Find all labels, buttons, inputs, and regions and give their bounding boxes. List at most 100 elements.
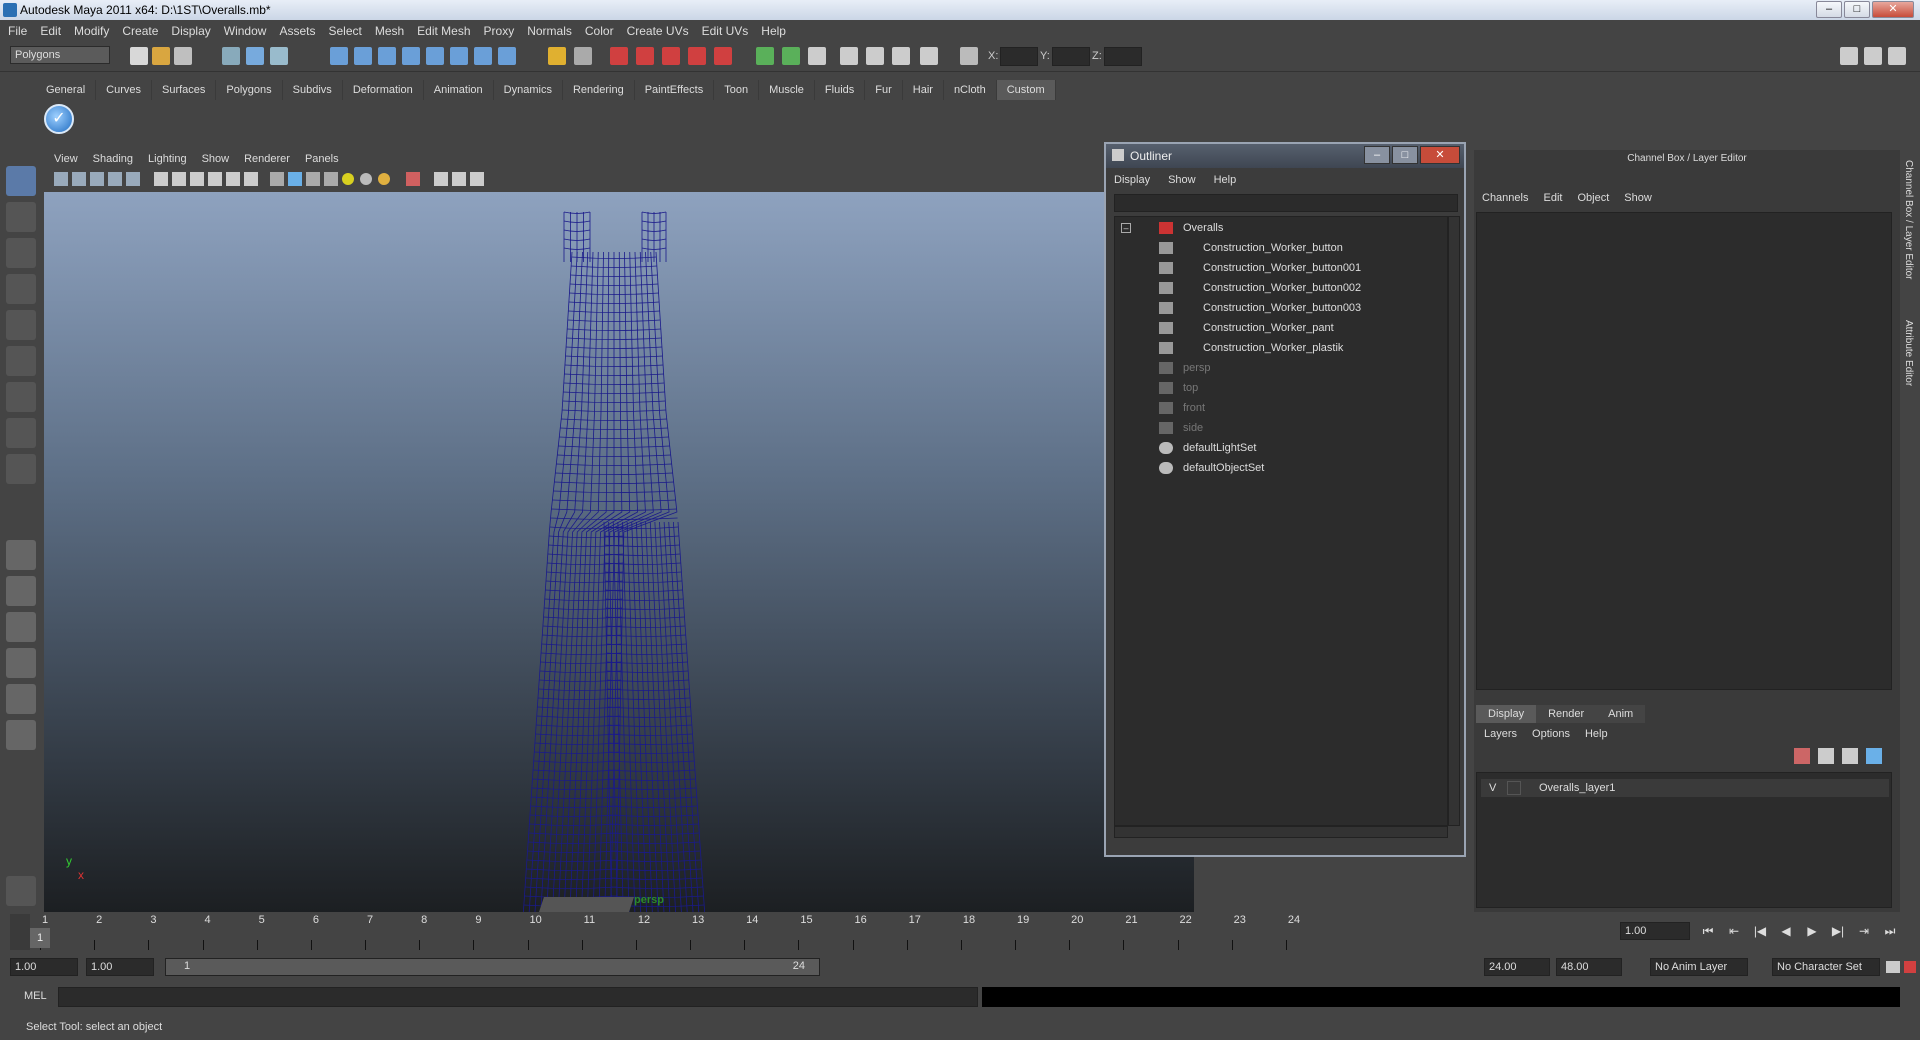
save-scene-icon[interactable] — [174, 47, 192, 65]
snap-grid-icon[interactable] — [330, 47, 348, 65]
playback-start-field[interactable]: 1.00 — [86, 958, 154, 976]
toggle-icon[interactable] — [574, 47, 592, 65]
current-frame-marker[interactable]: 1 — [30, 928, 50, 948]
layer-tab-display[interactable]: Display — [1476, 705, 1537, 723]
attribute-editor-toggle-icon[interactable] — [808, 47, 826, 65]
layer-type-toggle[interactable] — [1507, 781, 1521, 795]
step-forward-frame-icon[interactable]: ▶| — [1828, 922, 1848, 940]
paint-select-tool-icon[interactable] — [6, 238, 36, 268]
outliner-item-persp[interactable]: persp — [1115, 359, 1435, 377]
menuset-dropdown[interactable]: Polygons — [10, 46, 110, 64]
new-layer-icon[interactable] — [1794, 748, 1810, 764]
menu-select[interactable]: Select — [328, 24, 361, 38]
shelf-tab-curves[interactable]: Curves — [96, 80, 152, 100]
rotate-tool-icon[interactable] — [6, 310, 36, 340]
play-backward-icon[interactable]: ◀ — [1776, 922, 1796, 940]
channel-box-area[interactable] — [1476, 212, 1892, 690]
viewport-menu-lighting[interactable]: Lighting — [148, 153, 187, 165]
absolute-transform-icon[interactable] — [960, 47, 978, 65]
checkmark-shelf-icon[interactable]: ✓ — [44, 104, 74, 134]
x-field[interactable] — [1000, 47, 1038, 66]
outliner-item-button002[interactable]: Construction_Worker_button002 — [1115, 279, 1435, 297]
render-view-icon[interactable] — [714, 47, 732, 65]
ipr-render-icon[interactable] — [636, 47, 654, 65]
minimize-button[interactable]: – — [1816, 1, 1842, 18]
menu-edit-mesh[interactable]: Edit Mesh — [417, 24, 470, 38]
3d-viewport[interactable]: y x persp — [44, 192, 1194, 912]
channel-menu-show[interactable]: Show — [1624, 192, 1652, 204]
shelf-tab-animation[interactable]: Animation — [423, 80, 494, 100]
shelf-tab-fur[interactable]: Fur — [865, 80, 903, 100]
viewport-menu-panels[interactable]: Panels — [305, 153, 339, 165]
menu-window[interactable]: Window — [224, 24, 267, 38]
shelf-tab-subdivs[interactable]: Subdivs — [282, 80, 343, 100]
outliner-close-button[interactable]: ✕ — [1420, 146, 1460, 164]
outliner-menu-show[interactable]: Show — [1168, 174, 1196, 186]
layout-custom-icon[interactable] — [6, 720, 36, 750]
layout-four-icon[interactable] — [6, 576, 36, 606]
render-settings-icon[interactable] — [662, 47, 680, 65]
outliner-menu-help[interactable]: Help — [1214, 174, 1237, 186]
move-tool-icon[interactable] — [6, 274, 36, 304]
snap-plane-icon[interactable] — [402, 47, 420, 65]
shelf-tab-toon[interactable]: Toon — [714, 80, 760, 100]
step-forward-key-icon[interactable]: ⇥ — [1854, 922, 1874, 940]
outliner-horizontal-scrollbar[interactable] — [1114, 826, 1448, 838]
outliner-item-button001[interactable]: Construction_Worker_button001 — [1115, 259, 1435, 277]
snap-live-icon[interactable] — [426, 47, 444, 65]
render-frame-icon[interactable] — [610, 47, 628, 65]
menu-create-uvs[interactable]: Create UVs — [627, 24, 689, 38]
tool-settings-icon[interactable] — [840, 47, 858, 65]
play-forward-icon[interactable]: ▶ — [1802, 922, 1822, 940]
layer-move-up-icon[interactable] — [1842, 748, 1858, 764]
overalls-wireframe-mesh[interactable] — [44, 192, 1194, 912]
outliner-item-defaultlightset[interactable]: defaultLightSet — [1115, 439, 1435, 457]
manipulator-tool-icon[interactable] — [6, 382, 36, 412]
outliner-item-pant[interactable]: Construction_Worker_pant — [1115, 319, 1435, 337]
playback-end-field[interactable]: 24.00 — [1484, 958, 1550, 976]
outliner-vertical-scrollbar[interactable] — [1448, 216, 1460, 826]
viewport-menu-show[interactable]: Show — [202, 153, 230, 165]
anim-start-field[interactable]: 1.00 — [10, 958, 78, 976]
shelf-tab-polygons[interactable]: Polygons — [216, 80, 283, 100]
preferences-icon[interactable] — [1904, 961, 1916, 973]
side-tab-attribute-editor[interactable]: Attribute Editor — [1903, 320, 1914, 386]
select-hierarchy-icon[interactable] — [222, 47, 240, 65]
outliner-maximize-button[interactable]: □ — [1392, 146, 1418, 164]
menu-help[interactable]: Help — [761, 24, 786, 38]
range-slider[interactable]: 1 24 — [165, 958, 820, 976]
shelf-tab-muscle[interactable]: Muscle — [759, 80, 815, 100]
menu-modify[interactable]: Modify — [74, 24, 109, 38]
z-field[interactable] — [1104, 47, 1142, 66]
mel-label[interactable]: MEL — [24, 990, 47, 1002]
anim-layer-dropdown[interactable]: No Anim Layer — [1650, 958, 1748, 976]
select-tool-icon[interactable] — [6, 166, 36, 196]
menu-color[interactable]: Color — [585, 24, 614, 38]
layout-icon-3[interactable] — [1888, 47, 1906, 65]
viewport-toolbar-icons[interactable] — [44, 168, 564, 190]
outliner-item-defaultobjectset[interactable]: defaultObjectSet — [1115, 459, 1435, 477]
viewport-menu-shading[interactable]: Shading — [93, 153, 133, 165]
go-to-end-icon[interactable]: ⏭ — [1880, 922, 1900, 940]
layout-graph-icon[interactable] — [6, 648, 36, 678]
show-manipulator-tool-icon[interactable] — [6, 454, 36, 484]
new-layer-selected-icon[interactable] — [1818, 748, 1834, 764]
outliner-item-overalls[interactable]: – Overalls — [1115, 219, 1435, 237]
menu-file[interactable]: File — [8, 24, 27, 38]
step-back-frame-icon[interactable]: |◀ — [1750, 922, 1770, 940]
help-question-icon[interactable] — [498, 47, 516, 65]
channel-menu-edit[interactable]: Edit — [1543, 192, 1562, 204]
layout-icon-1[interactable] — [1840, 47, 1858, 65]
new-scene-icon[interactable] — [130, 47, 148, 65]
layout-single-icon[interactable] — [6, 540, 36, 570]
layer-tab-anim[interactable]: Anim — [1596, 705, 1646, 723]
layout-hypershade-icon[interactable] — [6, 684, 36, 714]
time-slider[interactable]: 1 2 3 4 5 6 7 8 9 10 11 12 13 14 15 16 17 18 19 20 21 22 23 24 1 — [10, 914, 1620, 950]
shelf-tab-custom[interactable]: Custom — [996, 80, 1056, 100]
outliner-minimize-button[interactable]: – — [1364, 146, 1390, 164]
current-frame-field[interactable]: 1.00 — [1620, 922, 1690, 940]
y-field[interactable] — [1052, 47, 1090, 66]
menu-mesh[interactable]: Mesh — [375, 24, 404, 38]
graph-editor-icon[interactable] — [892, 47, 910, 65]
menu-proxy[interactable]: Proxy — [484, 24, 515, 38]
